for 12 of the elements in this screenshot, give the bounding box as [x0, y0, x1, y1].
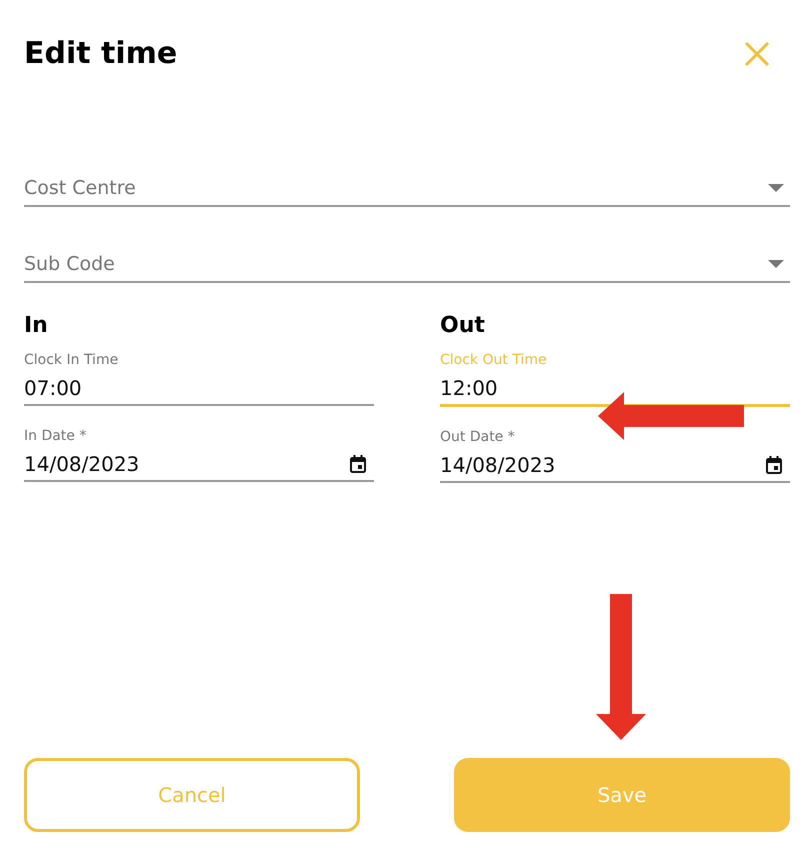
caret-icon [768, 184, 784, 192]
section-heading: Out [440, 313, 486, 338]
date-field[interactable]: In Date * 14/08/2023 [24, 428, 374, 482]
dialog-title: Edit time [24, 36, 178, 71]
calendar-icon[interactable] [350, 455, 366, 473]
dropdown-field[interactable]: Cost Centre [24, 177, 790, 207]
calendar-icon[interactable] [766, 456, 782, 474]
dropdown-field[interactable]: Sub Code [24, 253, 790, 283]
caret-icon [768, 260, 784, 268]
section-heading: In [24, 313, 49, 338]
date-field[interactable]: Out Date * 14/08/2023 [440, 429, 790, 483]
time-field[interactable]: Clock In Time 07:00 [24, 352, 374, 406]
